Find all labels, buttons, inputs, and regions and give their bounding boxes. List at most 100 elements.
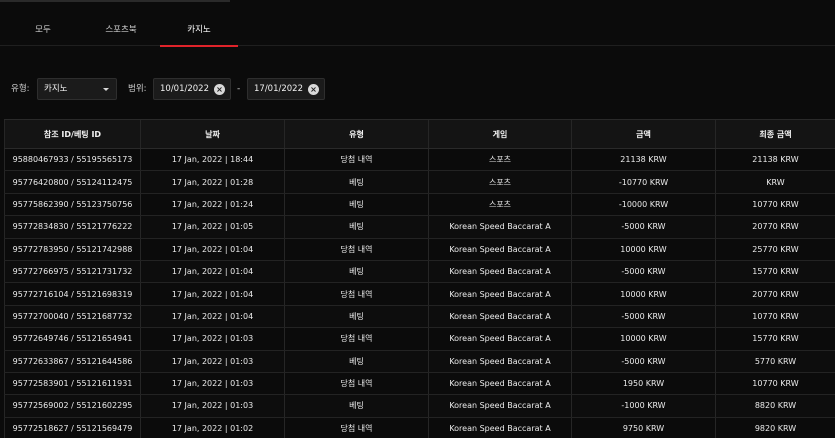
table-row: 95772649746 / 55121654941 17 Jan, 2022 | … — [4, 328, 835, 351]
clear-date-to-icon[interactable]: × — [308, 84, 319, 95]
cell-final-amount: 5770 KRW — [754, 356, 797, 366]
table-row: 95772783950 / 55121742988 17 Jan, 2022 | … — [4, 238, 835, 261]
header-final-amount: 최종 금액 — [759, 129, 792, 139]
cell-game: Korean Speed Baccarat A — [429, 328, 572, 350]
cell-date: 17 Jan, 2022 | 01:24 — [141, 193, 285, 216]
cell-amount: 10000 KRW — [572, 328, 716, 350]
date-from-field[interactable]: 10/01/2022 × — [153, 78, 231, 100]
cell-game: Korean Speed Baccarat A — [429, 260, 572, 283]
cell-game: 스포츠 — [429, 171, 572, 193]
type-label: 유형: — [11, 84, 30, 94]
header-game: 게임 — [429, 120, 572, 148]
table-row: 95772633867 / 55121644586 17 Jan, 2022 | … — [4, 350, 835, 373]
cell-type: 당첨 내역 — [285, 372, 429, 395]
cell-amount: -5000 KRW — [572, 350, 716, 372]
cell-final-amount: 8820 KRW — [754, 401, 797, 411]
header-type: 유형 — [285, 120, 429, 148]
cell-ref-id: 95772700040 / 55121687732 — [4, 305, 141, 328]
cell-type: 당첨 내역 — [285, 149, 429, 171]
chevron-down-icon — [103, 88, 109, 91]
cell-game: Korean Speed Baccarat A — [429, 372, 572, 395]
cell-ref-id: 95772716104 / 55121698319 — [4, 283, 141, 305]
cell-ref-id: 95772633867 / 55121644586 — [4, 350, 141, 372]
cell-ref-id: 95772834830 / 55121776222 — [4, 216, 141, 238]
top-bar — [0, 0, 835, 4]
cell-date: 17 Jan, 2022 | 01:03 — [141, 350, 285, 372]
cell-game: Korean Speed Baccarat A — [429, 417, 572, 438]
cell-amount: -5000 KRW — [572, 216, 716, 238]
cell-type: 당첨 내역 — [285, 417, 429, 438]
cell-final-amount: 10770 KRW — [752, 379, 799, 389]
cell-ref-id: 95775862390 / 55123750756 — [4, 193, 141, 216]
tab-sportsbook[interactable]: 스포츠북 — [82, 16, 160, 46]
cell-amount: 1950 KRW — [572, 372, 716, 395]
clear-date-from-icon[interactable]: × — [214, 84, 225, 95]
cell-amount: 10000 KRW — [572, 238, 716, 260]
filter-bar: 유형: 카지노 범위: 10/01/2022 × - 17/01/2022 × — [0, 78, 835, 100]
tab-all[interactable]: 모두 — [4, 16, 82, 46]
cell-game: Korean Speed Baccarat A — [429, 216, 572, 238]
type-select[interactable]: 카지노 — [37, 78, 117, 100]
table-row: 95880467933 / 55195565173 17 Jan, 2022 | … — [4, 149, 835, 172]
cell-date: 17 Jan, 2022 | 01:03 — [141, 372, 285, 395]
tab-casino[interactable]: 카지노 — [160, 16, 238, 47]
cell-date: 17 Jan, 2022 | 01:28 — [141, 171, 285, 193]
cell-game: Korean Speed Baccarat A — [429, 283, 572, 305]
cell-type: 베팅 — [285, 216, 429, 238]
tab-bar: 모두 스포츠북 카지노 — [0, 16, 835, 47]
cell-type: 베팅 — [285, 350, 429, 372]
cell-date: 17 Jan, 2022 | 01:04 — [141, 305, 285, 328]
table-header-row: 참조 ID/베팅 ID 날짜 유형 게임 금액 최종 금액 — [4, 120, 835, 149]
table-row: 95772518627 / 55121569479 17 Jan, 2022 | … — [4, 417, 835, 438]
cell-date: 17 Jan, 2022 | 01:04 — [141, 238, 285, 260]
tab-all-label: 모두 — [35, 25, 51, 35]
range-label: 범위: — [128, 84, 147, 94]
cell-ref-id: 95772766975 / 55121731732 — [4, 260, 141, 283]
table-row: 95772766975 / 55121731732 17 Jan, 2022 | … — [4, 260, 835, 284]
cell-final-amount: 9820 KRW — [754, 423, 797, 433]
cell-type: 베팅 — [285, 395, 429, 417]
cell-amount: -5000 KRW — [572, 260, 716, 283]
table-row: 95775862390 / 55123750756 17 Jan, 2022 | … — [4, 193, 835, 217]
cell-final-amount: 15770 KRW — [752, 334, 799, 344]
cell-final-amount: 10770 KRW — [752, 199, 799, 209]
cell-ref-id: 95880467933 / 55195565173 — [4, 149, 141, 171]
cell-type: 베팅 — [285, 305, 429, 328]
cell-amount: -1000 KRW — [572, 395, 716, 417]
table-row: 95776420800 / 55124112475 17 Jan, 2022 | … — [4, 171, 835, 194]
cell-game: 스포츠 — [429, 149, 572, 171]
cell-game: Korean Speed Baccarat A — [429, 350, 572, 372]
cell-type: 베팅 — [285, 193, 429, 216]
top-bar-segment — [0, 0, 230, 2]
cell-ref-id: 95772783950 / 55121742988 — [4, 238, 141, 260]
cell-date: 17 Jan, 2022 | 01:03 — [141, 328, 285, 350]
header-amount: 금액 — [572, 120, 716, 148]
cell-final-amount: KRW — [766, 177, 785, 187]
cell-final-amount: 20770 KRW — [752, 222, 799, 232]
cell-date: 17 Jan, 2022 | 01:03 — [141, 395, 285, 417]
cell-ref-id: 95772583901 / 55121611931 — [4, 372, 141, 395]
date-to-field[interactable]: 17/01/2022 × — [247, 78, 325, 100]
active-tab-indicator — [160, 45, 238, 47]
cell-date: 17 Jan, 2022 | 01:02 — [141, 417, 285, 438]
cell-amount: -10000 KRW — [572, 193, 716, 216]
cell-type: 베팅 — [285, 260, 429, 283]
date-separator: - — [237, 84, 241, 94]
cell-game: Korean Speed Baccarat A — [429, 305, 572, 328]
tab-casino-label: 카지노 — [187, 25, 211, 35]
type-select-value: 카지노 — [44, 84, 68, 94]
cell-ref-id: 95776420800 / 55124112475 — [4, 171, 141, 193]
header-date: 날짜 — [141, 120, 285, 148]
cell-date: 17 Jan, 2022 | 18:44 — [141, 149, 285, 171]
cell-amount: 21138 KRW — [572, 149, 716, 171]
table-row: 95772700040 / 55121687732 17 Jan, 2022 | … — [4, 305, 835, 329]
cell-final-amount: 15770 KRW — [752, 267, 799, 277]
cell-final-amount: 21138 KRW — [752, 155, 799, 165]
cell-amount: -5000 KRW — [572, 305, 716, 328]
cell-amount: 10000 KRW — [572, 283, 716, 305]
cell-amount: -10770 KRW — [572, 171, 716, 193]
cell-type: 당첨 내역 — [285, 238, 429, 260]
cell-type: 베팅 — [285, 171, 429, 193]
cell-game: Korean Speed Baccarat A — [429, 395, 572, 417]
date-from-value: 10/01/2022 — [160, 84, 209, 94]
